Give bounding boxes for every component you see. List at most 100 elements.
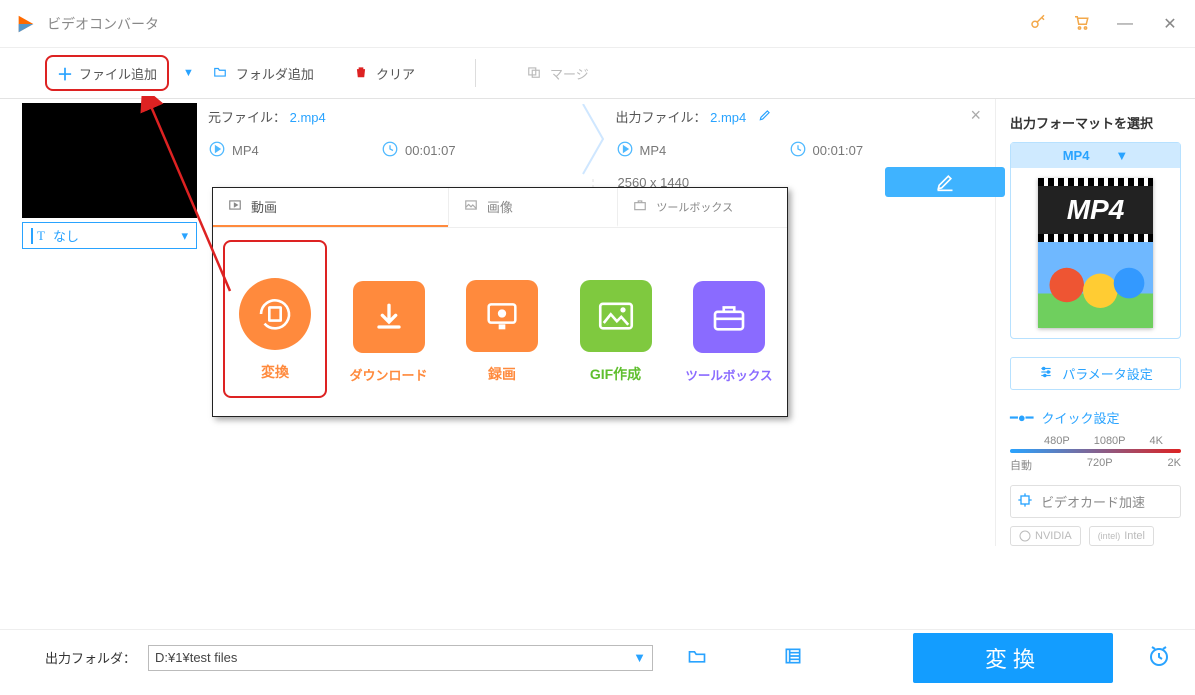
chevron-down-icon: ▼: [1115, 148, 1128, 163]
download-icon: [353, 281, 425, 353]
card-convert[interactable]: 変換: [223, 240, 327, 398]
tab-video-label: 動画: [251, 197, 277, 216]
add-file-dropdown[interactable]: ▼: [183, 67, 194, 79]
clear-button[interactable]: クリア: [354, 64, 415, 83]
intel-text: Intel: [1124, 530, 1145, 542]
gpu-accel-button[interactable]: ビデオカード加速: [1010, 485, 1181, 518]
src-prefix: 元ファイル：: [208, 110, 286, 125]
sidebar: 出力フォーマットを選択 MP4 ▼ MP4 パラメータ設定 ━●━クイック設定 4…: [995, 99, 1195, 546]
subtitle-select[interactable]: T なし ▾: [22, 222, 197, 249]
param-settings-button[interactable]: パラメータ設定: [1010, 357, 1181, 390]
film-icon: [227, 198, 243, 215]
card-toolbox[interactable]: ツールボックス: [677, 240, 781, 398]
convert-button[interactable]: 変換: [913, 633, 1113, 683]
res-720p: 720P: [1087, 457, 1113, 473]
param-label: パラメータ設定: [1062, 364, 1153, 383]
text-icon: T: [31, 228, 45, 244]
res-1080p: 1080P: [1094, 435, 1126, 447]
close-button[interactable]: ✕: [1160, 14, 1180, 34]
convert-icon: [239, 278, 311, 350]
toolbox-icon: [693, 281, 765, 353]
res-2k: 2K: [1168, 457, 1181, 473]
card-gif[interactable]: GIF作成: [564, 240, 668, 398]
output-path: D:¥1¥test files: [155, 650, 237, 665]
schedule-button[interactable]: [1147, 644, 1171, 671]
sidebar-header: 出力フォーマットを選択: [1010, 113, 1181, 132]
toolbar: ＋ ファイル追加 ▼ フォルダ追加 クリア マージ: [20, 48, 1195, 98]
out-format: MP4: [640, 143, 667, 158]
cart-icon[interactable]: [1072, 13, 1090, 34]
out-prefix: 出力ファイル：: [616, 110, 707, 125]
popup-tab-video[interactable]: 動画: [213, 188, 448, 227]
output-folder-select[interactable]: D:¥1¥test files ▼: [148, 645, 653, 671]
src-format: MP4: [232, 143, 259, 158]
add-file-label: ファイル追加: [79, 64, 157, 83]
tab-toolbox-label: ツールボックス: [656, 199, 733, 215]
out-duration: 00:01:07: [813, 143, 864, 158]
gpu-label: ビデオカード加速: [1041, 492, 1145, 511]
bottom-bar: 出力フォルダ： D:¥1¥test files ▼ 変換: [0, 629, 1195, 685]
trash-icon: [354, 64, 368, 83]
minimize-button[interactable]: ―: [1115, 15, 1135, 33]
convert-btn-label: 変換: [985, 642, 1041, 674]
out-filename: 2.mp4: [710, 110, 746, 125]
format-text: MP4: [1038, 186, 1153, 234]
add-file-button[interactable]: ＋ ファイル追加: [45, 55, 169, 91]
subtitle-label: なし: [53, 226, 79, 245]
edit-name-icon[interactable]: [758, 110, 772, 125]
res-auto: 自動: [1010, 457, 1032, 473]
clock-icon: [381, 140, 399, 161]
app-logo: [15, 13, 37, 35]
separator: [475, 59, 476, 87]
edit-button[interactable]: [885, 167, 1005, 197]
sliders-icon: [1038, 365, 1054, 382]
chip-icon: [1017, 492, 1033, 511]
nvidia-badge: NVIDIA: [1010, 526, 1081, 546]
clear-label: クリア: [376, 64, 415, 83]
chevron-down-icon: ▾: [181, 228, 188, 244]
briefcase-icon: [632, 198, 648, 215]
card-record-label: 録画: [488, 364, 516, 384]
merge-icon: [526, 65, 542, 82]
video-icon: [208, 140, 226, 161]
app-title: ビデオコンバータ: [47, 14, 159, 34]
merge-button[interactable]: マージ: [526, 64, 589, 83]
quick-settings-label: ━●━クイック設定: [1010, 408, 1181, 427]
card-download-label: ダウンロード: [349, 365, 427, 384]
titlebar: ビデオコンバータ ― ✕: [0, 0, 1195, 48]
clock-icon: [789, 140, 807, 161]
record-icon: [466, 280, 538, 352]
format-selector[interactable]: MP4 ▼ MP4: [1010, 142, 1181, 339]
card-gif-label: GIF作成: [590, 364, 641, 384]
src-filename: 2.mp4: [290, 110, 326, 125]
remove-file-button[interactable]: ×: [970, 105, 981, 126]
video-thumbnail[interactable]: [22, 103, 197, 218]
folder-icon: [212, 65, 228, 82]
add-folder-button[interactable]: フォルダ追加: [212, 64, 314, 83]
chevron-down-icon: ▼: [633, 650, 646, 665]
image-icon: [463, 198, 479, 215]
resolution-slider[interactable]: 480P1080P4K 自動720P2K: [1010, 435, 1181, 469]
popup-tab-image[interactable]: 画像: [448, 188, 618, 227]
tab-image-label: 画像: [487, 197, 513, 216]
card-record[interactable]: 録画: [450, 240, 554, 398]
gif-icon: [580, 280, 652, 352]
card-toolbox-label: ツールボックス: [685, 365, 772, 384]
merge-label: マージ: [550, 64, 589, 83]
popup-tab-toolbox[interactable]: ツールボックス: [617, 188, 787, 227]
intel-badge: (intel)Intel: [1089, 526, 1154, 546]
media-info-button[interactable]: [781, 646, 805, 669]
src-duration: 00:01:07: [405, 143, 456, 158]
plus-icon: ＋: [57, 61, 73, 85]
format-label: MP4: [1063, 148, 1090, 163]
card-download[interactable]: ダウンロード: [337, 240, 441, 398]
nvidia-text: NVIDIA: [1035, 530, 1072, 542]
res-4k: 4K: [1150, 435, 1163, 447]
res-480p: 480P: [1044, 435, 1070, 447]
add-folder-label: フォルダ追加: [236, 64, 314, 83]
key-icon[interactable]: [1029, 13, 1047, 34]
open-folder-button[interactable]: [685, 646, 709, 669]
output-folder-label: 出力フォルダ：: [45, 648, 136, 667]
card-convert-label: 変換: [261, 362, 289, 382]
format-preview: MP4: [1038, 178, 1153, 328]
